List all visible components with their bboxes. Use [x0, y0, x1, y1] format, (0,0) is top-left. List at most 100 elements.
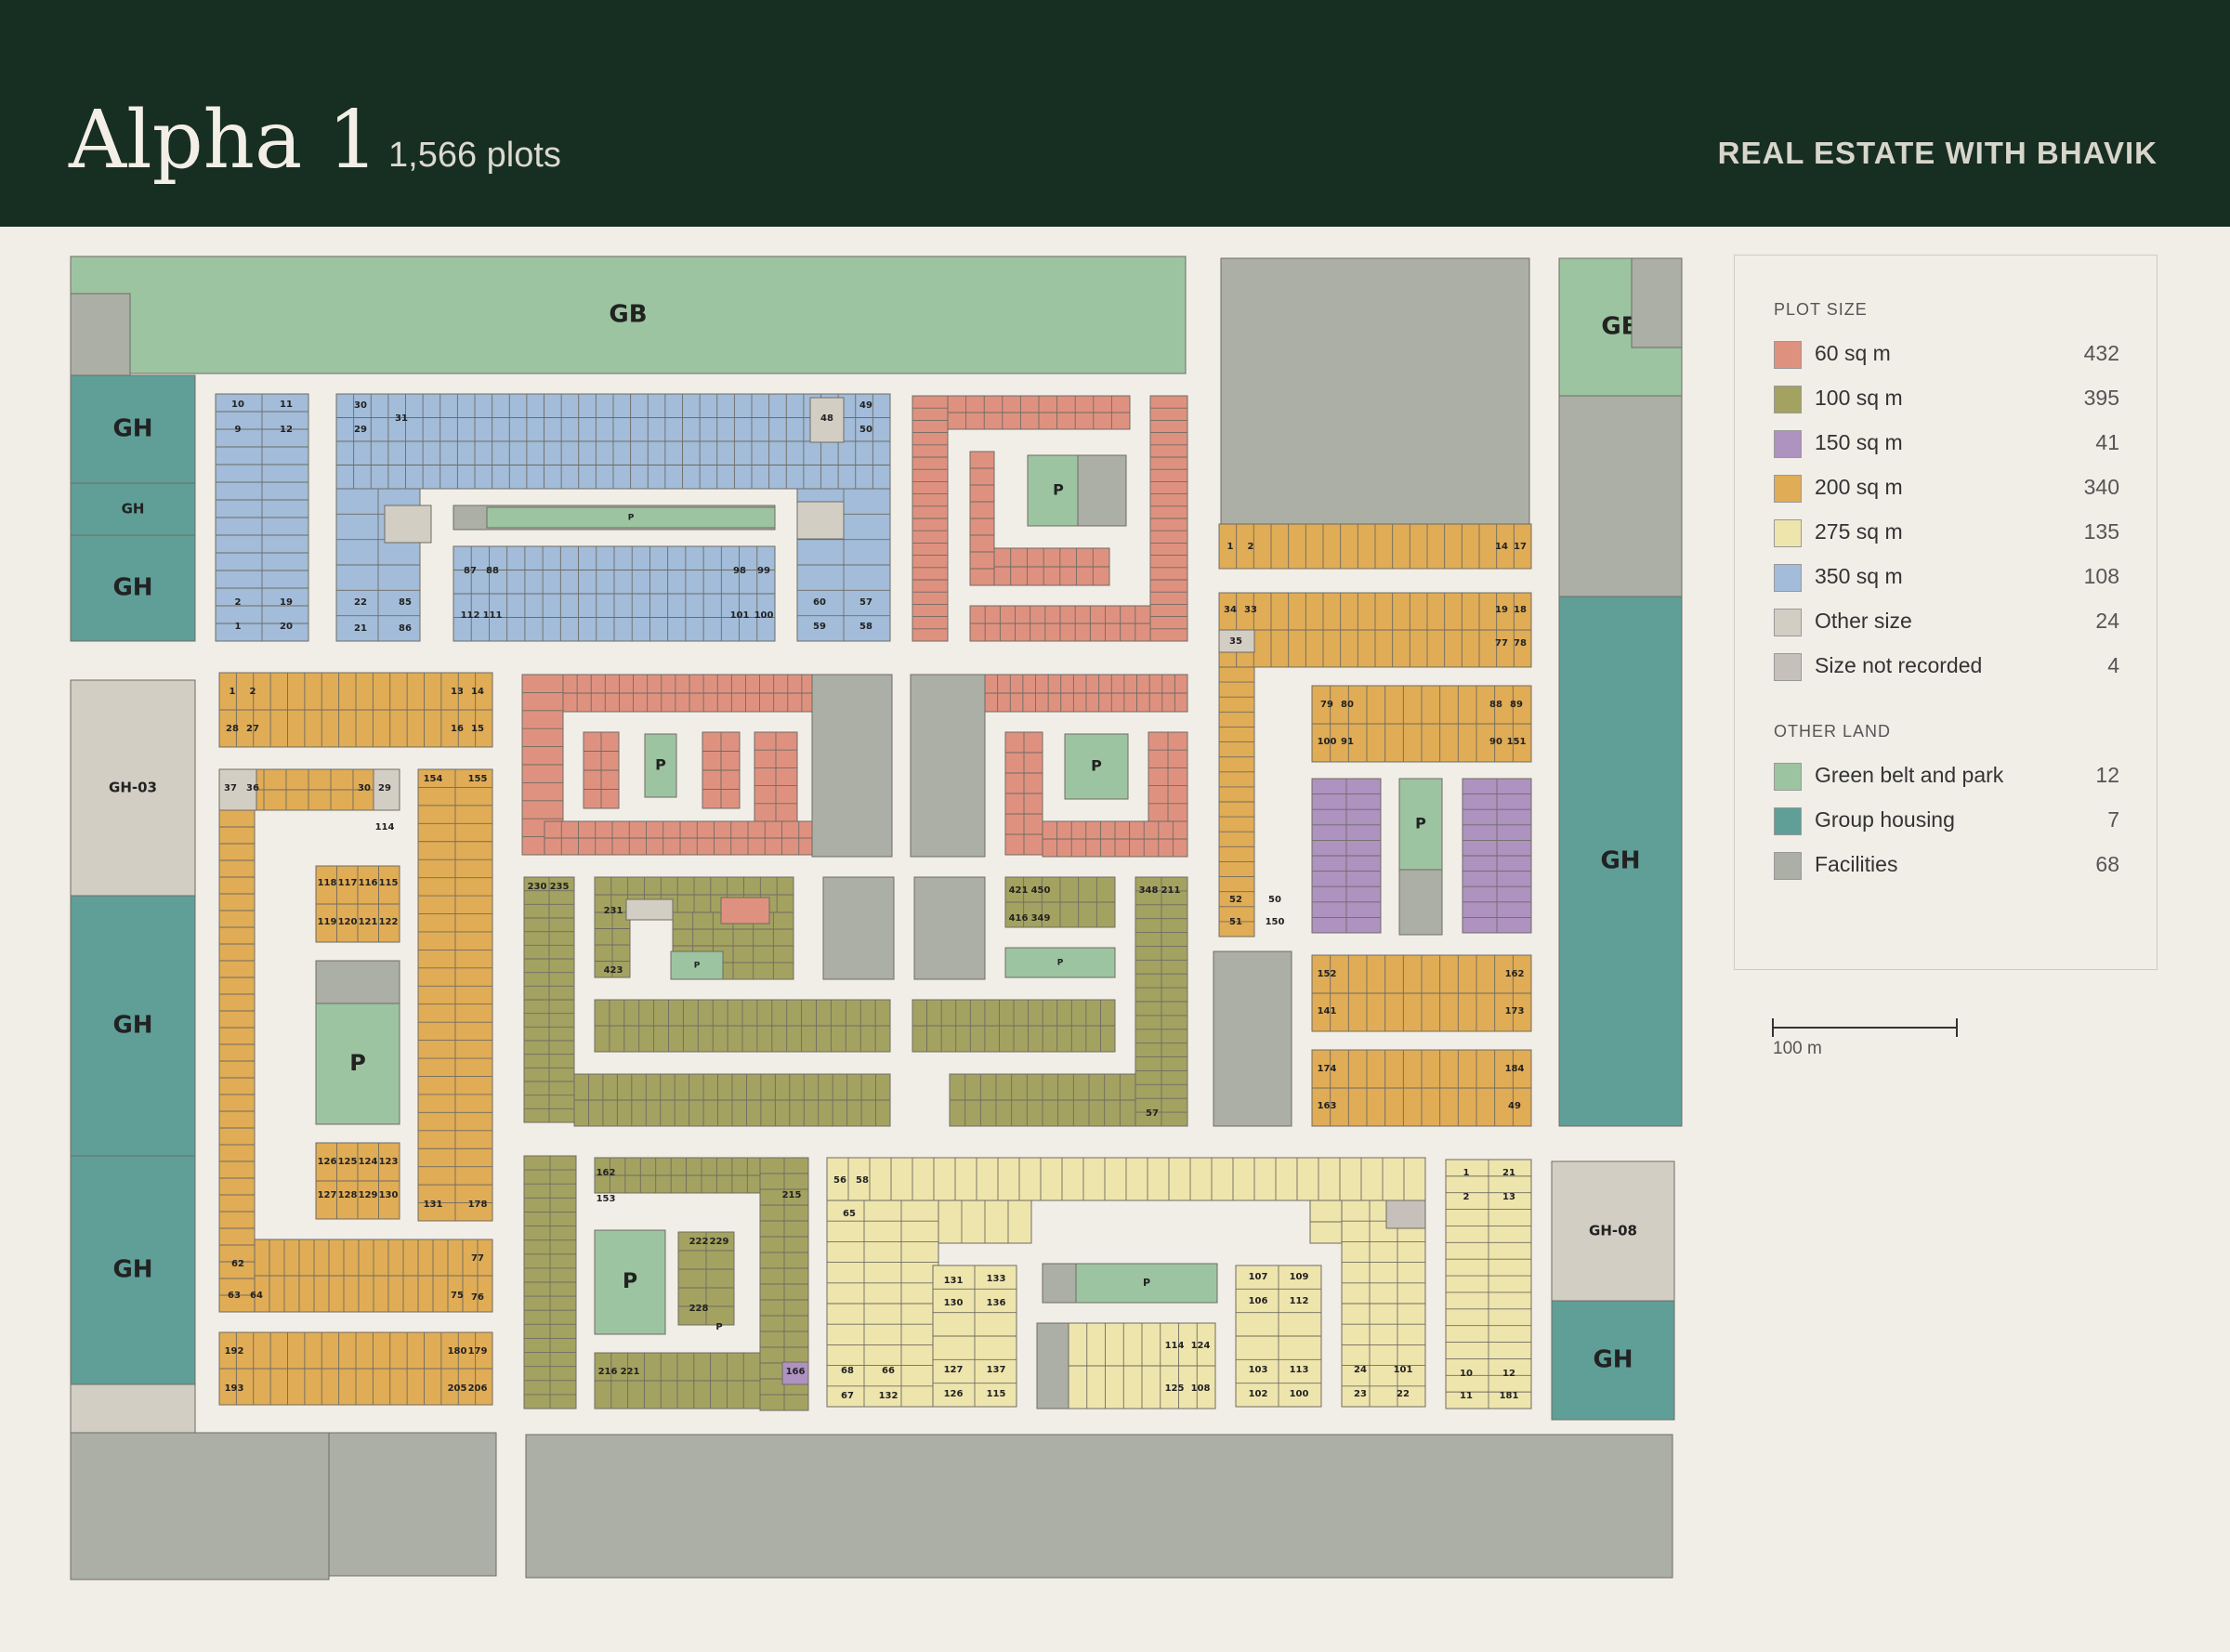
legend-panel: PLOT SIZE 60 sq m 432 100 sq m 395 150 sq m 4…	[1734, 255, 2158, 970]
plot-number: 59	[813, 622, 826, 632]
plot-number: 163	[1318, 1101, 1337, 1111]
plot-number: 50	[1268, 895, 1281, 905]
legend-plot-size-item: 60 sq m 432	[1774, 339, 2119, 371]
other-plot	[625, 898, 674, 921]
plot-number: 34	[1224, 605, 1237, 615]
legend-count: 4	[2107, 653, 2119, 677]
plot-number: 136	[987, 1298, 1006, 1308]
plot-number: 86	[399, 623, 412, 634]
plot-number: 29	[354, 425, 367, 435]
plot-number: 20	[280, 622, 293, 632]
legend-swatch	[1774, 386, 1802, 413]
plot-number: 128	[338, 1190, 358, 1200]
plot-number: 22	[1397, 1389, 1410, 1399]
group-housing-label: GH	[112, 1256, 152, 1284]
plot-number: 50	[859, 425, 872, 435]
plot-number: 115	[379, 878, 399, 888]
plot-number: 1	[235, 622, 242, 632]
park-label: P	[349, 1050, 366, 1076]
plot-number: 120	[338, 917, 358, 927]
plot-number: 52	[1229, 895, 1242, 905]
plot-number: 154	[424, 774, 443, 784]
legend-label: Group housing	[1815, 807, 1955, 832]
legend-plot-size-item: 150 sq m 41	[1774, 428, 2119, 460]
legend-label: Size not recorded	[1815, 653, 1983, 677]
plot-60	[720, 897, 770, 924]
facility	[70, 1432, 330, 1580]
park-label: P	[694, 962, 701, 971]
legend-plot-size-item: 275 sq m 135	[1774, 518, 2119, 549]
legend-plot-size-item: 100 sq m 395	[1774, 384, 2119, 415]
facility	[1398, 869, 1443, 936]
plot-number: 11	[280, 400, 293, 410]
plot-number: 108	[1191, 1383, 1211, 1394]
plot-number: 60	[813, 597, 826, 608]
legend-plot-size-item: 350 sq m 108	[1774, 562, 2119, 594]
plot-number: 117	[338, 878, 358, 888]
plot-number: 118	[318, 878, 337, 888]
plot-number: 19	[280, 597, 293, 608]
legend-count: 135	[2083, 519, 2119, 544]
facility	[328, 1432, 497, 1577]
plot-number: 111	[483, 610, 503, 621]
legend-label: 60 sq m	[1815, 341, 1891, 365]
plot-number: 2	[1463, 1192, 1470, 1202]
plot-number: 180	[448, 1346, 467, 1357]
park-label: P	[1143, 1277, 1150, 1289]
plot-number: 2	[235, 597, 242, 608]
plot-number: 13	[1502, 1192, 1515, 1202]
plot-number: 127	[944, 1365, 964, 1375]
plot-number: 235	[550, 882, 570, 892]
legend-count: 108	[2083, 564, 2119, 588]
plot-number: 57	[859, 597, 872, 608]
plot-number: 17	[1514, 542, 1527, 552]
group-housing-label: GH	[112, 574, 152, 602]
plot-number: 123	[379, 1157, 399, 1167]
plot-count-subtitle: 1,566 plots	[388, 136, 561, 175]
plot-number: 22	[354, 597, 367, 608]
plot-number: 12	[280, 425, 293, 435]
plot-number: 63	[228, 1291, 241, 1301]
plot-number: 27	[246, 724, 259, 734]
legend-other-land-item: Facilities 68	[1774, 850, 2119, 882]
scale-bar	[1772, 1018, 1958, 1037]
facility	[525, 1434, 1673, 1579]
plot-number: 30	[354, 400, 367, 411]
plot-number: 49	[1508, 1101, 1521, 1111]
legend-heading-other-land: OTHER LAND	[1774, 722, 1892, 741]
group-housing-label: GH	[1593, 1346, 1633, 1374]
park-label: P	[628, 514, 635, 523]
plot-number: 112	[461, 610, 480, 621]
plot-number: 1	[1227, 542, 1234, 552]
plot-number: 155	[468, 774, 488, 784]
legend-label: Other size	[1815, 609, 1912, 633]
plot-number: 211	[1161, 885, 1181, 896]
plot-number: 119	[318, 917, 337, 927]
plot-number: 62	[231, 1259, 244, 1269]
park-label: P	[655, 756, 666, 774]
legend-swatch	[1774, 852, 1802, 880]
plot-number: 113	[1290, 1365, 1309, 1375]
plot-number: 229	[710, 1237, 729, 1247]
plot-number: 31	[395, 413, 408, 424]
plot-number: 184	[1505, 1064, 1525, 1074]
plot-number: 90	[1489, 737, 1502, 747]
plot-number: 101	[730, 610, 750, 621]
plot-number: 10	[1460, 1369, 1473, 1379]
plot-number: 89	[1510, 700, 1523, 710]
plot-number: 48	[820, 413, 833, 424]
plot-number: 162	[1505, 969, 1525, 979]
plot-number: 151	[1507, 737, 1527, 747]
plot-number: 2	[1248, 542, 1254, 552]
plot-number: 192	[225, 1346, 244, 1357]
park-label: P	[623, 1270, 637, 1293]
plot-number: 150	[1266, 917, 1285, 927]
plot-number: 162	[597, 1168, 616, 1178]
plot-number: 1	[1463, 1168, 1470, 1178]
plot-number: 16	[451, 724, 464, 734]
plot-number: 221	[621, 1367, 640, 1377]
site-plan-map: GB GBGHGHGHGH-03GHGHGHGH-08GHPPPP PPP PP P10…	[70, 256, 1683, 1580]
plot-number: 206	[468, 1383, 488, 1394]
plot-number: 28	[226, 724, 239, 734]
plot-number: 13	[451, 687, 464, 697]
